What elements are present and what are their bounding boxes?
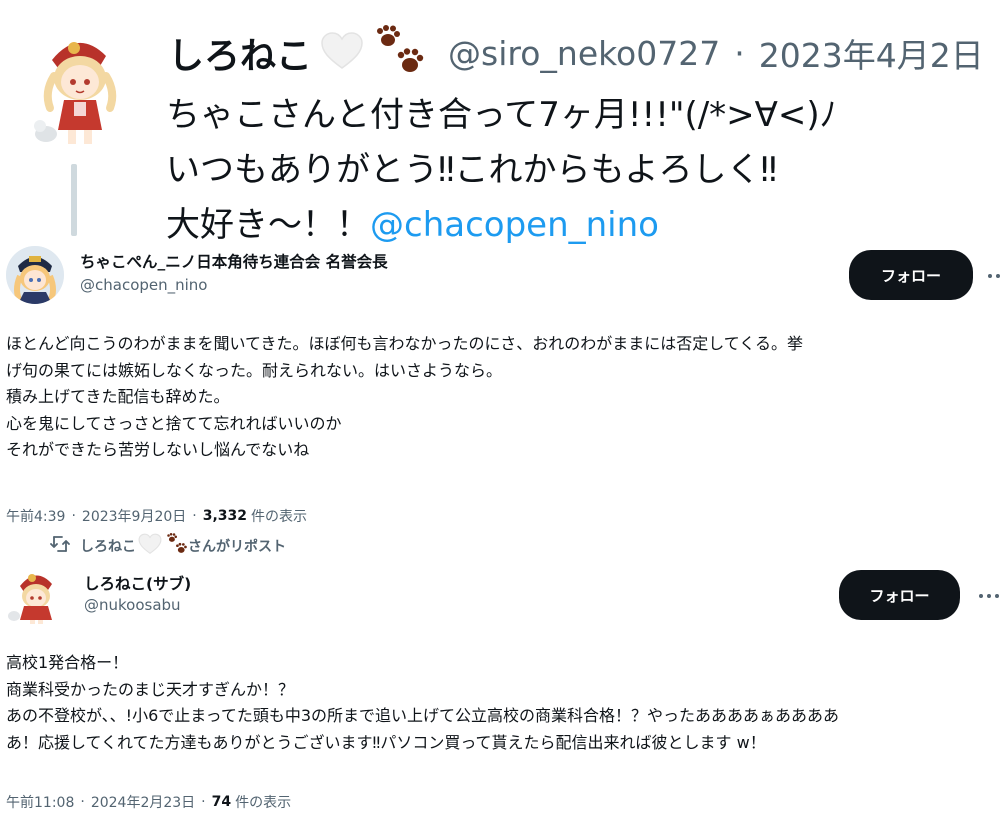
quoted-avatar[interactable] xyxy=(30,22,130,152)
tweet1-avatar[interactable] xyxy=(6,246,64,304)
repost-icon xyxy=(50,535,70,557)
quoted-line-1: ちゃこさんと付き合って7ヶ月!!!"(/*>∀<)ﾉ xyxy=(166,95,837,135)
more-icon[interactable] xyxy=(979,592,999,600)
tweet1-line-3: 積み上げてきた配信も辞めた。 xyxy=(6,387,230,406)
tweet1-display-name[interactable]: ちゃこぺん_ニノ日本角待ち連合会 名誉会長 xyxy=(80,250,388,272)
meta-separator: · xyxy=(192,508,197,524)
white-heart-icon xyxy=(138,533,162,559)
tweet2-meta: 午前11:08 · 2024年2月23日 · 74 件の表示 xyxy=(6,792,291,812)
quoted-author-name[interactable]: しろねこ xyxy=(168,27,312,79)
tweet2-text: 高校1発合格ー！ 商業科受かったのまじ天才すぎんか！？ あの不登校が、、!小6で… xyxy=(6,650,1001,756)
paw-prints-icon xyxy=(166,533,188,559)
meta-separator: · xyxy=(71,508,76,524)
tweet1-views-label[interactable]: 件の表示 xyxy=(251,506,307,526)
tweet2-handle[interactable]: @nukoosabu xyxy=(84,596,181,614)
header-separator: · xyxy=(734,33,745,73)
tweet2-views-label[interactable]: 件の表示 xyxy=(235,792,291,812)
paw-prints-icon xyxy=(374,25,426,81)
tweet2-display-name[interactable]: しろねこ(サブ) xyxy=(84,572,191,594)
tweet1-meta: 午前4:39 · 2023年9月20日 · 3,332 件の表示 xyxy=(6,506,307,526)
repost-user-name[interactable]: しろねこ xyxy=(80,536,136,556)
tweet1-line-4: 心を鬼にしてさっさと捨てて忘れればいいのか xyxy=(6,413,342,433)
tweet2-line-2: 商業科受かったのまじ天才すぎんか！？ xyxy=(6,679,295,699)
tweet2-date[interactable]: 2024年2月23日 xyxy=(91,792,195,812)
repost-indicator[interactable]: しろねこ さんがリポスト xyxy=(50,533,286,559)
tweet2-avatar[interactable] xyxy=(6,566,64,624)
quoted-line-2: いつもありがとう‼これからもよろしく‼ xyxy=(166,150,778,190)
tweet1-line-1: ほとんど向こうのわがままを聞いてきた。ほぼ何も言わなかったのにさ、おれのわがまま… xyxy=(6,334,803,353)
thread-connector-line xyxy=(71,164,77,236)
quoted-line-3: 大好き〜！！@chacopen_nino xyxy=(166,198,996,253)
tweet2-views-count[interactable]: 74 xyxy=(212,794,231,810)
tweet1-views-count[interactable]: 3,332 xyxy=(203,508,247,524)
quoted-line-3-text: 大好き〜！！ xyxy=(166,205,370,245)
meta-separator: · xyxy=(80,794,85,810)
repost-suffix: さんがリポスト xyxy=(188,539,286,555)
quoted-handle[interactable]: @siro_neko0727 xyxy=(448,34,720,73)
tweet1-time[interactable]: 午前4:39 xyxy=(6,506,65,526)
tweet1-line-5: それができたら苦労しないし悩んでないね xyxy=(6,440,310,459)
tweet1-text: ほとんど向こうのわがままを聞いてきた。ほぼ何も言わなかったのにさ、おれのわがまま… xyxy=(6,331,1001,464)
more-icon[interactable] xyxy=(988,272,1003,280)
tweet2-line-4: あ！応援してくれてた方達もありがとうございます‼パソコン買って貰えたら配信出来れ… xyxy=(6,732,766,752)
meta-separator: · xyxy=(201,794,206,810)
tweet2-line-3: あの不登校が、、!小6で止まってた頭も中3の所まで追い上げて公立高校の商業科合格… xyxy=(6,706,840,725)
tweet2-time[interactable]: 午前11:08 xyxy=(6,792,74,812)
white-heart-icon xyxy=(320,31,364,75)
tweet1-line-2: げ句の果てには嫉妬しなくなった。耐えられない。はいさようなら。 xyxy=(6,360,503,380)
tweet2-follow-button[interactable]: フォロー xyxy=(839,570,960,620)
quoted-tweet-text: ちゃこさんと付き合って7ヶ月!!!"(/*>∀<)ﾉ いつもありがとう‼これから… xyxy=(166,88,996,253)
quoted-tweet-header: しろねこ @siro_neko0727 · 2023年4月2日 xyxy=(168,25,984,81)
quoted-date[interactable]: 2023年4月2日 xyxy=(759,29,984,77)
tweet1-date[interactable]: 2023年9月20日 xyxy=(82,506,186,526)
tweet1-handle[interactable]: @chacopen_nino xyxy=(80,276,208,294)
mention-link[interactable]: @chacopen_nino xyxy=(370,205,659,245)
tweet1-follow-button[interactable]: フォロー xyxy=(849,250,973,300)
tweet2-line-1: 高校1発合格ー！ xyxy=(6,653,129,672)
